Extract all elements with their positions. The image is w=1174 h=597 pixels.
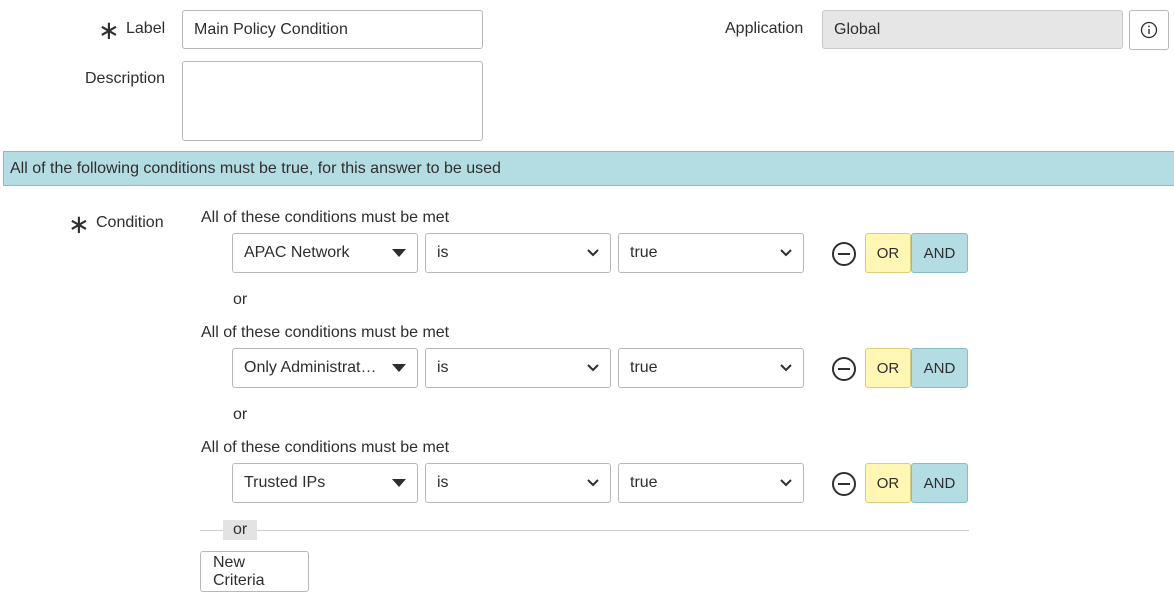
description-textarea[interactable] [182, 61, 483, 141]
or-button[interactable]: OR [865, 233, 911, 273]
condition-operator-select[interactable]: is [425, 348, 611, 388]
chevron-down-icon [780, 479, 792, 487]
condition-operator-value: is [437, 474, 449, 491]
criteria-divider [200, 530, 969, 531]
chevron-down-icon [780, 249, 792, 257]
chevron-down-icon [587, 479, 599, 487]
and-button[interactable]: AND [911, 233, 968, 273]
condition-operator-select[interactable]: is [425, 463, 611, 503]
condition-field-select[interactable]: Trusted IPs [232, 463, 418, 503]
bottom-or-separator: or [223, 520, 258, 540]
condition-value-select[interactable]: true [618, 233, 804, 273]
condition-field-value: Only Administrat… [244, 359, 377, 376]
caret-down-icon [392, 364, 406, 372]
remove-condition-button[interactable] [830, 470, 858, 498]
condition-group-title: All of these conditions must be met [201, 324, 450, 341]
info-button[interactable] [1129, 10, 1169, 50]
description-field-label: Description [85, 70, 166, 87]
required-asterisk-icon: ∗ [68, 209, 90, 239]
condition-value-value: true [630, 359, 658, 376]
condition-field-value: APAC Network [244, 244, 350, 261]
and-button[interactable]: AND [911, 348, 968, 388]
new-criteria-label: New Criteria [213, 553, 265, 589]
or-button[interactable]: OR [865, 348, 911, 388]
new-criteria-button[interactable]: New Criteria [200, 551, 309, 592]
condition-operator-value: is [437, 359, 449, 376]
or-separator: or [233, 406, 248, 423]
minus-circle-icon [832, 357, 856, 381]
chevron-down-icon [780, 364, 792, 372]
condition-field-value: Trusted IPs [244, 474, 326, 491]
condition-field-label: Condition [96, 214, 164, 231]
label-input[interactable]: Main Policy Condition [182, 10, 483, 49]
banner-text: All of the following conditions must be … [10, 159, 501, 177]
or-button-label: OR [876, 244, 900, 262]
condition-operator-value: is [437, 244, 449, 261]
condition-operator-select[interactable]: is [425, 233, 611, 273]
and-button[interactable]: AND [911, 463, 968, 503]
chevron-down-icon [587, 249, 599, 257]
application-field-label: Application [725, 20, 804, 37]
and-button-label: AND [923, 359, 956, 377]
or-button-label: OR [876, 474, 900, 492]
application-value: Global [834, 20, 881, 38]
and-button-label: AND [923, 244, 956, 262]
or-button[interactable]: OR [865, 463, 911, 503]
remove-condition-button[interactable] [830, 355, 858, 383]
condition-group-title: All of these conditions must be met [201, 209, 450, 226]
condition-value-select[interactable]: true [618, 348, 804, 388]
or-separator: or [233, 291, 248, 308]
condition-field-select[interactable]: APAC Network [232, 233, 418, 273]
caret-down-icon [392, 249, 406, 257]
minus-circle-icon [832, 242, 856, 266]
bottom-or-label: or [233, 521, 248, 538]
condition-group-title: All of these conditions must be met [201, 439, 450, 456]
conditions-banner: All of the following conditions must be … [3, 151, 1174, 186]
condition-value-select[interactable]: true [618, 463, 804, 503]
application-field: Global [822, 10, 1123, 49]
minus-circle-icon [832, 472, 856, 496]
remove-condition-button[interactable] [830, 240, 858, 268]
condition-field-select[interactable]: Only Administrat… [232, 348, 418, 388]
condition-value-value: true [630, 244, 658, 261]
chevron-down-icon [587, 364, 599, 372]
label-field-label: Label [126, 20, 166, 37]
required-asterisk-icon: ∗ [98, 15, 120, 45]
caret-down-icon [392, 479, 406, 487]
label-input-value: Main Policy Condition [194, 20, 348, 38]
condition-value-value: true [630, 474, 658, 491]
and-button-label: AND [923, 474, 956, 492]
info-icon [1140, 21, 1158, 39]
or-button-label: OR [876, 359, 900, 377]
